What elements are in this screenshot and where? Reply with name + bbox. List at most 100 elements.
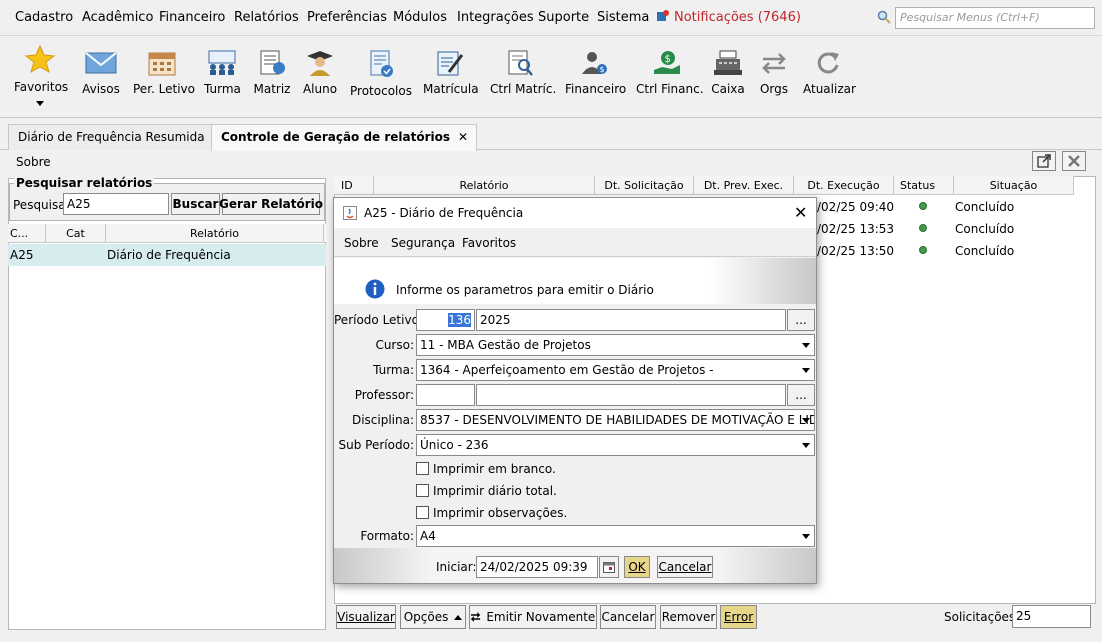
column-header[interactable]: Cat — [46, 224, 106, 243]
dialog-menu-sobre[interactable]: Sobre — [344, 236, 379, 250]
sub-periodo-label: Sub Período: — [338, 438, 414, 452]
menu-cadastro[interactable]: Cadastro — [15, 10, 73, 25]
column-header[interactable]: Situação — [954, 176, 1074, 195]
menu-integracoes[interactable]: Integrações — [457, 10, 534, 25]
close-icon[interactable]: ✕ — [794, 203, 807, 222]
ctrl-matric-button[interactable]: Ctrl Matríc. — [490, 50, 556, 96]
avisos-button[interactable]: Avisos — [82, 50, 120, 96]
financeiro-button[interactable]: $ Financeiro — [565, 50, 627, 96]
turma-button[interactable]: Turma — [204, 50, 241, 96]
matriz-button[interactable]: Matriz — [253, 50, 291, 96]
swap-arrows-icon — [762, 53, 786, 74]
imprimir-observacoes-checkbox[interactable] — [416, 506, 429, 519]
menu-academico[interactable]: Acadêmico — [82, 10, 153, 25]
chevron-down-icon — [802, 368, 810, 373]
svg-text:$: $ — [665, 54, 671, 65]
menu-modulos[interactable]: Módulos — [393, 10, 447, 25]
menu-preferencias[interactable]: Preferências — [307, 10, 387, 25]
professor-name-input[interactable] — [476, 384, 786, 406]
tab-diario-resumida[interactable]: Diário de Frequência Resumida✕ — [8, 124, 232, 150]
dialog-menu-favoritos[interactable]: Favoritos — [462, 236, 516, 250]
matrix-icon — [260, 50, 285, 75]
column-header[interactable]: ID — [334, 176, 374, 195]
chevron-down-icon — [802, 534, 810, 539]
status-indicator — [919, 202, 927, 210]
remover-button[interactable]: Remover — [660, 605, 717, 629]
formato-select[interactable]: A4 — [416, 525, 815, 547]
report-search-input[interactable]: A25 — [63, 193, 169, 215]
per-letivo-button[interactable]: Per. Letivo — [133, 50, 195, 96]
periodo-code-value: 136 — [448, 313, 471, 327]
column-header[interactable]: Status — [894, 176, 954, 195]
column-header[interactable]: Dt. Prev. Exec. — [694, 176, 794, 195]
periodo-lookup-button[interactable]: ... — [787, 309, 815, 331]
disciplina-select[interactable]: 8537 - DESENVOLVIMENTO DE HABILIDADES DE… — [416, 409, 815, 431]
detach-button[interactable] — [1032, 151, 1056, 171]
column-header[interactable]: Relatório — [374, 176, 595, 195]
menu-search-input[interactable]: Pesquisar Menus (Ctrl+F) — [895, 7, 1095, 29]
professor-lookup-button[interactable]: ... — [787, 384, 815, 406]
protocolos-button[interactable]: Protocolos — [350, 50, 412, 98]
java-app-icon — [343, 206, 357, 220]
dialog-menu-seguranca[interactable]: Segurança — [391, 236, 455, 250]
menu-bar: Cadastro Acadêmico Financeiro Relatórios… — [0, 0, 1102, 36]
aluno-button[interactable]: Aluno — [302, 50, 338, 96]
favoritos-button[interactable]: Favoritos — [14, 44, 68, 106]
professor-code-input[interactable] — [416, 384, 475, 406]
sobre-menu[interactable]: Sobre — [16, 155, 51, 169]
buscar-button[interactable]: Buscar — [171, 193, 220, 215]
tab-controle-relatorios[interactable]: Controle de Geração de relatórios ✕ — [211, 124, 478, 151]
curso-select[interactable]: 11 - MBA Gestão de Projetos — [416, 334, 815, 356]
atualizar-button[interactable]: Atualizar — [803, 50, 856, 96]
search-group-title: Pesquisar relatórios — [14, 176, 155, 190]
orgs-label: Orgs — [759, 82, 789, 96]
curso-label: Curso: — [375, 338, 414, 352]
imprimir-branco-checkbox[interactable] — [416, 462, 429, 475]
close-icon[interactable]: ✕ — [458, 130, 468, 144]
solicitacoes-input[interactable]: 25 — [1012, 605, 1091, 628]
cancelar-button[interactable]: Cancelar — [600, 605, 656, 629]
emitir-novamente-button[interactable]: ⮂ Emitir Novamente — [469, 605, 597, 629]
gerar-relatorio-button[interactable]: Gerar Relatório — [219, 193, 323, 215]
caixa-label: Caixa — [711, 82, 745, 96]
caret-up-icon — [454, 614, 463, 620]
atualizar-label: Atualizar — [803, 82, 856, 96]
status-indicator — [919, 246, 927, 254]
sub-periodo-select[interactable]: Único - 236 — [416, 434, 815, 456]
financeiro-label: Financeiro — [565, 82, 627, 96]
menu-relatorios[interactable]: Relatórios — [234, 10, 299, 25]
search-icon — [877, 10, 891, 24]
dialog-cancelar-button[interactable]: Cancelar — [657, 556, 713, 578]
notifications-link[interactable]: Notificações (7646) — [656, 10, 801, 25]
column-header[interactable]: Dt. Execução — [794, 176, 894, 195]
matricula-label: Matrícula — [423, 82, 479, 96]
imprimir-total-checkbox[interactable] — [416, 484, 429, 497]
column-header[interactable]: Relatório — [106, 224, 324, 243]
date-picker-button[interactable] — [599, 556, 619, 578]
periodo-name-input[interactable]: 2025 — [476, 309, 786, 331]
column-header[interactable]: C... — [8, 224, 46, 243]
menu-sistema[interactable]: Sistema — [597, 10, 649, 25]
column-header[interactable]: Dt. Solicitação — [595, 176, 694, 195]
menu-suporte[interactable]: Suporte — [538, 10, 589, 25]
emitir-label: Emitir Novamente — [486, 610, 596, 624]
ctrl-financ-button[interactable]: $ Ctrl Financ. — [636, 50, 704, 96]
orgs-button[interactable]: Orgs — [758, 50, 790, 96]
caixa-button[interactable]: Caixa — [710, 50, 746, 96]
opcoes-button[interactable]: Opções — [400, 605, 466, 629]
table-row[interactable]: A25 Diário de Frequência — [8, 244, 326, 266]
chevron-down-icon — [36, 101, 44, 106]
dialog-info-text: Informe os parametros para emitir o Diár… — [396, 283, 654, 297]
close-panel-button[interactable] — [1062, 151, 1086, 171]
iniciar-datetime-input[interactable]: 24/02/2025 09:39 — [476, 556, 598, 578]
report-list-header: C... Cat Relatório — [8, 224, 326, 243]
search-document-icon — [508, 50, 533, 76]
ok-button[interactable]: OK — [624, 556, 650, 578]
matricula-button[interactable]: Matrícula — [423, 50, 479, 96]
turma-select[interactable]: 1364 - Aperfeiçoamento em Gestão de Proj… — [416, 359, 815, 381]
classroom-icon — [208, 50, 236, 75]
periodo-code-input[interactable]: 136 — [416, 309, 475, 331]
visualizar-button[interactable]: Visualizar — [336, 605, 396, 629]
error-button[interactable]: Error — [720, 605, 757, 629]
menu-financeiro[interactable]: Financeiro — [159, 10, 225, 25]
